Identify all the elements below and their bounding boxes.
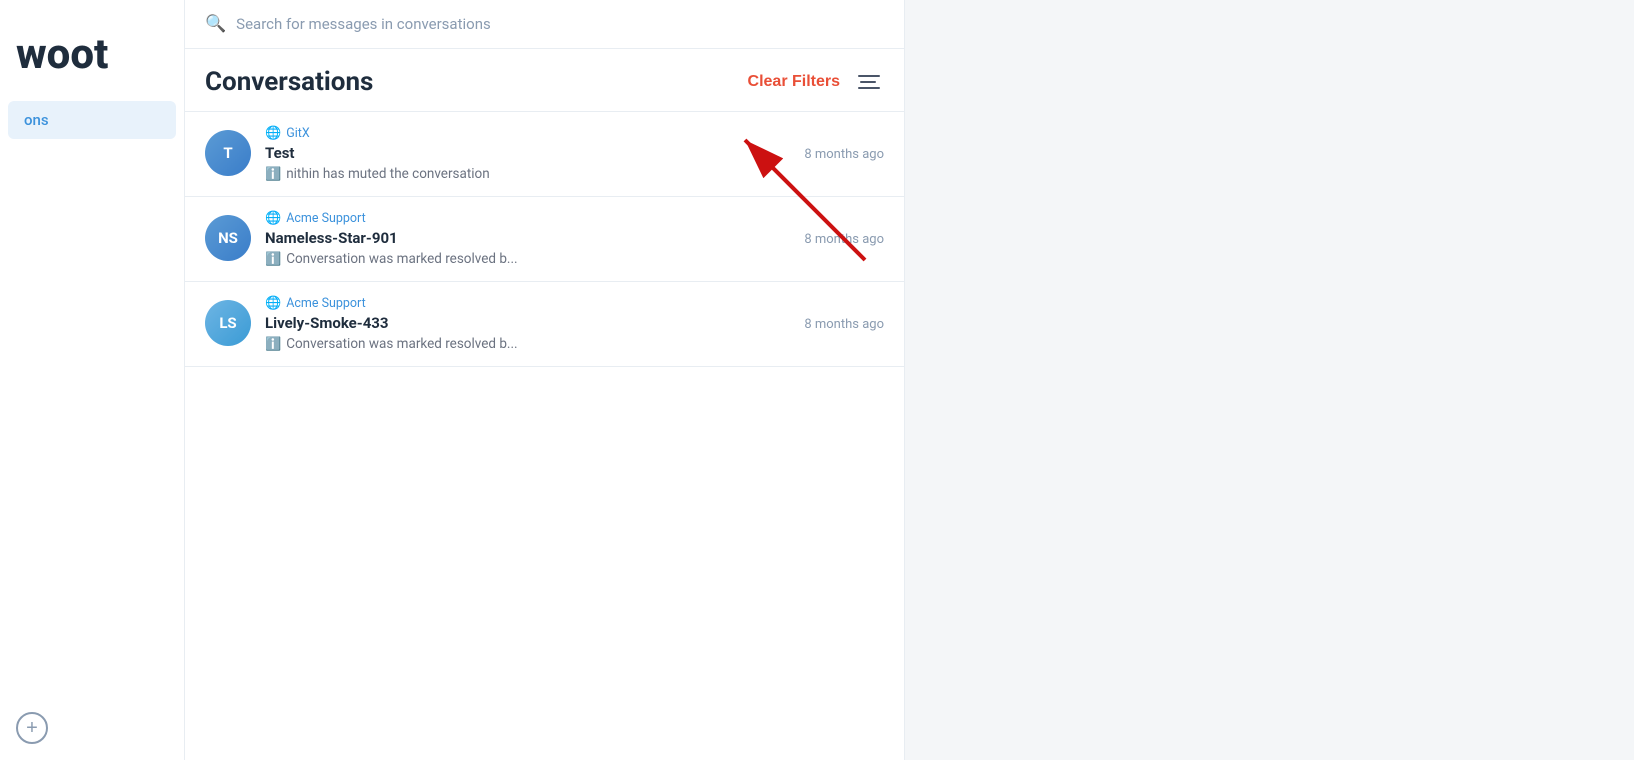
conversation-item[interactable]: LS 🌐 Acme Support Lively-Smoke-433 8 mon… — [185, 282, 904, 367]
right-content-area — [905, 0, 1634, 760]
conversation-message: ℹ️ nithin has muted the conversation — [265, 166, 884, 182]
globe-icon: 🌐 — [265, 211, 281, 226]
conversation-content: 🌐 Acme Support Nameless-Star-901 8 month… — [265, 211, 884, 267]
conversation-top-row: Nameless-Star-901 8 months ago — [265, 229, 884, 247]
conversation-content: 🌐 Acme Support Lively-Smoke-433 8 months… — [265, 296, 884, 352]
inbox-name: GitX — [286, 126, 309, 141]
filter-line-3 — [858, 87, 880, 89]
filter-line-1 — [858, 75, 880, 77]
app-logo: woot — [0, 20, 184, 99]
sidebar: woot ons + — [0, 0, 185, 760]
conversation-name: Lively-Smoke-433 — [265, 314, 389, 332]
clear-filters-button[interactable]: Clear Filters — [748, 73, 840, 91]
avatar: LS — [205, 300, 251, 346]
search-icon: 🔍 — [205, 14, 226, 34]
sidebar-item-conversations[interactable]: ons — [8, 101, 176, 139]
conversation-time: 8 months ago — [804, 147, 884, 162]
add-inbox-button[interactable]: + — [16, 712, 48, 744]
conversation-list: T 🌐 GitX Test 8 months ago ℹ️ nithin has… — [185, 112, 904, 760]
conversations-title: Conversations — [205, 67, 373, 97]
message-text: Conversation was marked resolved b... — [286, 251, 517, 267]
info-icon: ℹ️ — [265, 252, 281, 267]
conversation-message: ℹ️ Conversation was marked resolved b... — [265, 251, 884, 267]
inbox-name: Acme Support — [286, 211, 366, 226]
message-text: nithin has muted the conversation — [286, 166, 490, 182]
avatar: T — [205, 130, 251, 176]
conversation-content: 🌐 GitX Test 8 months ago ℹ️ nithin has m… — [265, 126, 884, 182]
conversations-header: Conversations Clear Filters — [185, 49, 904, 112]
info-icon: ℹ️ — [265, 167, 281, 182]
conversation-inbox: 🌐 GitX — [265, 126, 884, 141]
conversation-name: Test — [265, 144, 295, 162]
search-placeholder: Search for messages in conversations — [236, 15, 491, 33]
header-actions: Clear Filters — [748, 71, 884, 93]
conversation-time: 8 months ago — [804, 232, 884, 247]
message-text: Conversation was marked resolved b... — [286, 336, 517, 352]
globe-icon: 🌐 — [265, 296, 281, 311]
conversation-time: 8 months ago — [804, 317, 884, 332]
sidebar-bottom: + — [0, 696, 184, 760]
search-bar[interactable]: 🔍 Search for messages in conversations — [185, 0, 904, 49]
conversation-item[interactable]: T 🌐 GitX Test 8 months ago ℹ️ nithin has… — [185, 112, 904, 197]
globe-icon: 🌐 — [265, 126, 281, 141]
conversation-item[interactable]: NS 🌐 Acme Support Nameless-Star-901 8 mo… — [185, 197, 904, 282]
conversation-inbox: 🌐 Acme Support — [265, 211, 884, 226]
conversation-message: ℹ️ Conversation was marked resolved b... — [265, 336, 884, 352]
conversation-top-row: Lively-Smoke-433 8 months ago — [265, 314, 884, 332]
filter-line-2 — [860, 81, 876, 83]
conversations-panel: 🔍 Search for messages in conversations C… — [185, 0, 905, 760]
filter-icon-button[interactable] — [854, 71, 884, 93]
conversation-name: Nameless-Star-901 — [265, 229, 398, 247]
conversation-top-row: Test 8 months ago — [265, 144, 884, 162]
conversation-inbox: 🌐 Acme Support — [265, 296, 884, 311]
info-icon: ℹ️ — [265, 337, 281, 352]
avatar: NS — [205, 215, 251, 261]
inbox-name: Acme Support — [286, 296, 366, 311]
